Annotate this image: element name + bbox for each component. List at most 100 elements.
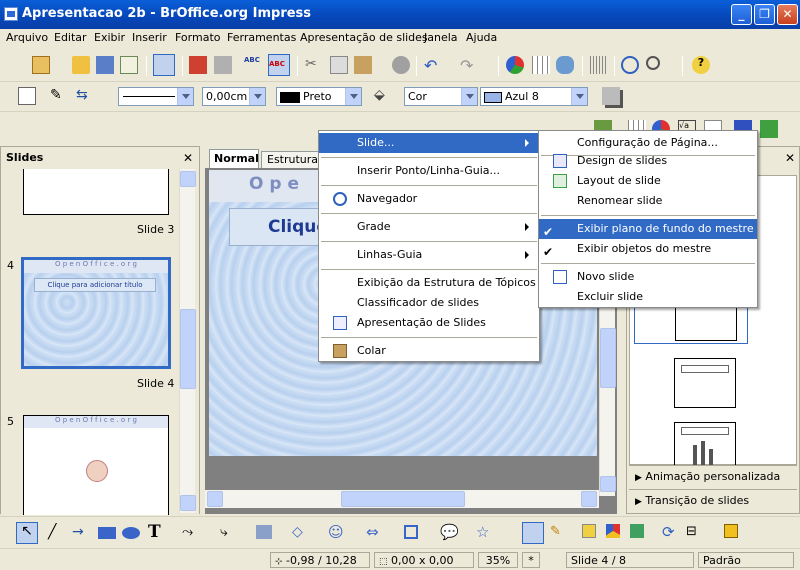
- arrow-tool-icon[interactable]: →: [72, 524, 90, 542]
- submenu-page-setup[interactable]: Configuração de Página...: [539, 133, 757, 153]
- grid-icon[interactable]: [590, 56, 608, 74]
- slide-5-thumbnail[interactable]: O p e n O f f i c e . o r g: [23, 415, 169, 515]
- zoom-icon[interactable]: [646, 56, 660, 70]
- menu-inserir[interactable]: Inserir: [132, 31, 167, 44]
- draw-functions-icon[interactable]: [556, 56, 574, 74]
- submenu-slide-layout[interactable]: Layout de slide: [539, 171, 757, 191]
- navigator-icon[interactable]: [621, 56, 639, 74]
- zoom-level[interactable]: 35%: [478, 552, 518, 568]
- open-folder-icon[interactable]: [72, 56, 90, 74]
- copy-icon[interactable]: [330, 56, 348, 74]
- print-icon[interactable]: [214, 56, 232, 74]
- export-pdf-icon[interactable]: [189, 56, 207, 74]
- line-width-input[interactable]: 0,00cm: [202, 87, 266, 106]
- help-icon[interactable]: ?: [692, 56, 710, 74]
- menu-item-grid[interactable]: Grade: [319, 217, 539, 237]
- stars-icon[interactable]: ☆: [476, 523, 494, 541]
- maximize-button[interactable]: ❐: [754, 4, 775, 25]
- scroll-thumb[interactable]: [180, 309, 196, 389]
- 3d-objects-icon[interactable]: [256, 525, 272, 539]
- arrow-style-icon[interactable]: ⇆: [76, 87, 94, 105]
- menu-item-insert-guide[interactable]: Inserir Ponto/Linha-Guia...: [319, 161, 539, 181]
- callouts-icon[interactable]: 💬: [440, 523, 459, 541]
- ellipse-tool-icon[interactable]: [122, 527, 140, 539]
- spellcheck-icon[interactable]: ABC: [244, 56, 262, 74]
- menu-item-slideshow[interactable]: Apresentação de Slides: [319, 313, 539, 333]
- arrange-icon[interactable]: [724, 524, 738, 538]
- fontwork-icon[interactable]: [582, 524, 596, 538]
- custom-animation-section[interactable]: ▶ Animação personalizada: [629, 465, 797, 487]
- submenu-delete-slide[interactable]: Excluir slide: [539, 287, 757, 307]
- menu-item-slide[interactable]: Slide...: [319, 133, 539, 153]
- block-arrows-icon[interactable]: ⇔: [366, 523, 384, 541]
- slide-3-thumbnail[interactable]: [23, 169, 169, 215]
- menu-exibir[interactable]: Exibir: [94, 31, 125, 44]
- redo-icon[interactable]: ↷: [460, 56, 478, 75]
- submenu-new-slide[interactable]: Novo slide: [539, 267, 757, 287]
- menu-item-guides[interactable]: Linhas-Guia: [319, 245, 539, 265]
- glue-points-icon[interactable]: ✎: [550, 524, 568, 542]
- slide-transition-section[interactable]: ▶ Transição de slides: [629, 489, 797, 511]
- menu-formato[interactable]: Formato: [175, 31, 221, 44]
- autospellcheck-icon[interactable]: ABC: [268, 54, 290, 76]
- area-style-icon[interactable]: ⬙: [374, 87, 392, 105]
- close-button[interactable]: ✕: [777, 4, 798, 25]
- clone-format-icon[interactable]: [392, 56, 410, 74]
- paste-icon[interactable]: [354, 56, 372, 74]
- table-icon[interactable]: [532, 56, 550, 74]
- tab-normal[interactable]: Normal: [209, 149, 259, 168]
- basic-shapes-icon[interactable]: ◇: [292, 524, 310, 542]
- editor-scroll-down[interactable]: [600, 476, 616, 492]
- layout-title-chart[interactable]: [674, 422, 736, 466]
- line-icon[interactable]: ✎: [50, 87, 68, 105]
- chart-icon[interactable]: [506, 56, 524, 74]
- from-file-icon[interactable]: [606, 524, 620, 538]
- editor-scroll-thumb[interactable]: [600, 328, 616, 388]
- slides-scrollbar[interactable]: [179, 169, 196, 513]
- undo-icon[interactable]: ↶: [424, 56, 442, 75]
- select-arrow-icon[interactable]: ↖: [16, 522, 38, 544]
- new-document-icon[interactable]: [32, 56, 50, 74]
- menu-item-paste[interactable]: Colar: [319, 341, 539, 361]
- save-icon[interactable]: [96, 56, 114, 74]
- symbol-shapes-icon[interactable]: ☺: [328, 523, 346, 541]
- email-icon[interactable]: [120, 56, 138, 74]
- points-icon[interactable]: [522, 522, 544, 544]
- cut-icon[interactable]: ✂: [305, 56, 323, 74]
- submenu-rename-slide[interactable]: Renomear slide: [539, 191, 757, 211]
- fill-color-select[interactable]: Azul 8: [480, 87, 588, 106]
- flowchart-icon[interactable]: [404, 525, 418, 539]
- connector-tool-icon[interactable]: ⤷: [220, 524, 238, 542]
- h-scroll-thumb[interactable]: [341, 491, 465, 507]
- slides-panel-close-icon[interactable]: ✕: [183, 151, 193, 165]
- menu-item-navigator[interactable]: Navegador: [319, 189, 539, 209]
- menu-apresentacao[interactable]: Apresentação de slides: [300, 31, 428, 44]
- align-icon[interactable]: ⊟: [686, 524, 704, 542]
- scroll-down-button[interactable]: [180, 495, 196, 511]
- text-tool-icon[interactable]: T: [148, 522, 166, 542]
- scroll-up-button[interactable]: [180, 171, 196, 187]
- menu-item-outline-view[interactable]: Exibição da Estrutura de Tópicos: [319, 273, 539, 293]
- line-color-select[interactable]: Preto: [276, 87, 362, 106]
- select-mode-icon[interactable]: [18, 87, 36, 105]
- minimize-button[interactable]: _: [731, 4, 752, 25]
- submenu-show-master-background[interactable]: ✔ Exibir plano de fundo do mestre: [539, 219, 757, 239]
- menu-ferramentas[interactable]: Ferramentas: [227, 31, 296, 44]
- edit-file-icon[interactable]: [153, 54, 175, 76]
- menu-arquivo[interactable]: Arquivo: [6, 31, 48, 44]
- line-style-select[interactable]: [118, 87, 194, 106]
- slide-4-thumbnail[interactable]: O p e n O f f i c e . o r g Clique para …: [21, 257, 171, 369]
- plugin-icon[interactable]: [760, 120, 778, 138]
- gallery-icon[interactable]: [630, 524, 644, 538]
- rotate-icon[interactable]: ⟳: [662, 523, 680, 541]
- tab-outline[interactable]: Estrutura: [261, 151, 321, 168]
- task-pane-close-icon[interactable]: ✕: [785, 151, 795, 165]
- menu-janela[interactable]: Janela: [424, 31, 458, 44]
- submenu-slide-design[interactable]: Design de slides: [539, 151, 757, 171]
- line-tool-icon[interactable]: ╱: [48, 524, 66, 542]
- menu-editar[interactable]: Editar: [54, 31, 87, 44]
- h-scroll-right[interactable]: [581, 491, 597, 507]
- shadow-icon[interactable]: [602, 87, 620, 105]
- submenu-show-master-objects[interactable]: ✔ Exibir objetos do mestre: [539, 239, 757, 259]
- menu-item-slide-sorter[interactable]: Classificador de slides: [319, 293, 539, 313]
